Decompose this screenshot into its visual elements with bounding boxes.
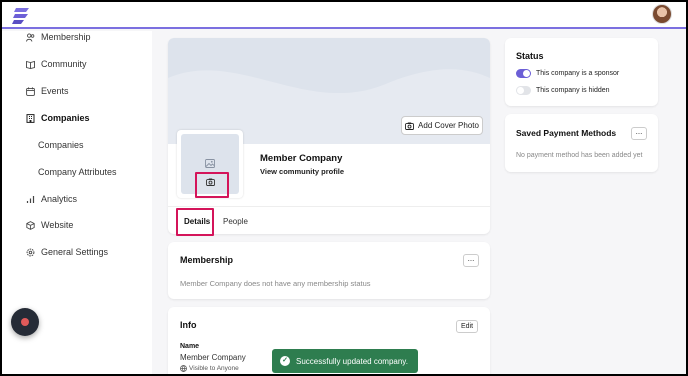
sidebar-item-community[interactable]: Community [26,59,87,69]
sidebar-item-events[interactable]: Events [26,86,69,96]
highlight-box-camera [195,172,229,198]
sidebar-item-analytics[interactable]: Analytics [26,194,77,204]
add-cover-label: Add Cover Photo [418,121,479,130]
sidebar-item-label: Companies [41,113,90,123]
users-icon [26,32,35,42]
sidebar-subitem-companies[interactable]: Companies [38,140,84,150]
visibility-label: Visible to Anyone [189,365,239,372]
info-title: Info [180,320,197,330]
top-bar [2,2,686,29]
globe-icon [180,365,187,372]
record-dot-icon [21,318,29,326]
cube-icon [26,220,35,230]
app-window: Membership Community Events Companies Co… [2,2,686,374]
membership-title: Membership [180,255,234,265]
camera-icon [405,122,414,130]
hidden-toggle[interactable] [516,86,531,95]
view-community-profile-link[interactable]: View community profile [260,167,344,176]
status-title: Status [516,51,544,61]
user-avatar[interactable] [652,4,672,24]
toggle-knob [523,70,530,77]
building-icon [26,113,35,123]
company-header-card: Add Cover Photo Member Company View comm… [168,38,490,236]
sidebar-item-label: Analytics [41,194,78,204]
sponsor-toggle-label: This company is a sponsor [536,70,620,77]
sidebar-item-membership[interactable]: Membership [26,32,91,42]
tab-people[interactable]: People [223,217,248,226]
sidebar-item-label: Membership [41,32,91,42]
sidebar-item-label: Community [41,59,87,69]
sponsor-toggle[interactable] [516,69,531,78]
sidebar-item-website[interactable]: Website [26,220,73,230]
add-cover-photo-button[interactable]: Add Cover Photo [401,116,483,135]
company-tabs: Details People [168,206,490,234]
visibility-row: Visible to Anyone [180,365,239,372]
book-icon [26,60,35,69]
highlight-box-details-tab [176,208,214,236]
payment-methods-card: Saved Payment Methods ... No payment met… [505,114,658,172]
app-logo-icon[interactable] [12,7,32,25]
membership-empty-text: Member Company does not have any members… [180,279,371,288]
toast-message: Successfully updated company. [296,356,408,366]
success-toast: ✓ Successfully updated company. [272,349,418,373]
sidebar-item-general-settings[interactable]: General Settings [26,247,108,257]
info-name-label: Name [180,343,200,350]
sidebar-subitem-company-attributes[interactable]: Company Attributes [38,167,117,177]
bar-chart-icon [26,195,35,204]
payment-title: Saved Payment Methods [516,128,617,138]
payment-empty-text: No payment method has been added yet [516,152,643,159]
gear-icon [26,248,35,257]
membership-more-button[interactable]: ... [463,254,479,267]
hidden-toggle-label: This company is hidden [536,87,610,94]
info-name-value: Member Company [180,353,246,362]
cover-photo: Add Cover Photo [168,38,490,144]
image-placeholder-icon [205,159,215,168]
sidebar-item-label: Events [41,86,69,96]
help-chat-button[interactable] [11,308,39,336]
calendar-icon [26,86,35,96]
sidebar-item-companies[interactable]: Companies [26,113,90,123]
payment-more-button[interactable]: ... [631,127,647,140]
membership-card: Membership ... Member Company does not h… [168,242,490,299]
status-card: Status This company is a sponsor This co… [505,38,658,106]
toggle-knob [517,87,524,94]
check-circle-icon: ✓ [280,356,290,366]
sidebar-item-label: General Settings [41,247,109,257]
info-edit-button[interactable]: Edit [456,320,478,333]
sidebar-item-label: Website [41,220,74,230]
company-name: Member Company [260,153,343,164]
